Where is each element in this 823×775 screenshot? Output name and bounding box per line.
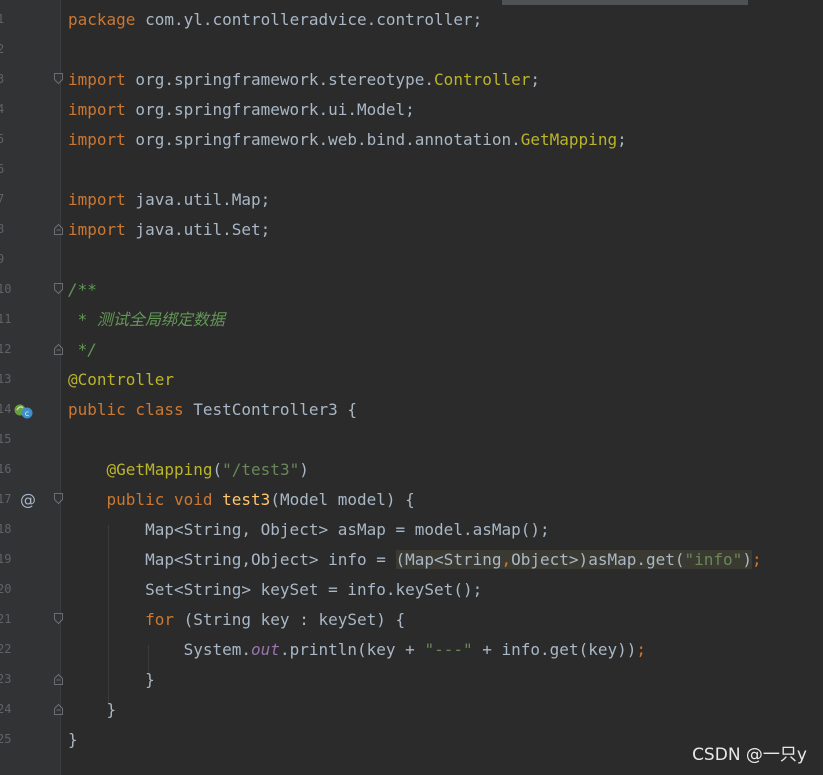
code-line[interactable]: 20 Set<String> keySet = info.keySet(); [0,575,823,605]
code-line[interactable]: 1 package com.yl.controlleradvice.control… [0,5,823,35]
code-line[interactable]: 21 for (String key : keySet) { [0,605,823,635]
code-text[interactable]: import org.springframework.stereotype.Co… [68,69,540,91]
fold-open-icon[interactable] [54,613,63,625]
code-text[interactable]: Map<String,Object> info = (Map<String,Ob… [68,549,762,571]
code-line[interactable]: 17 @ public void test3(Model model) { [0,485,823,515]
csdn-watermark: CSDN @一只y [692,745,807,765]
line-number: 23 [0,672,12,686]
line-number: 25 [0,732,12,746]
code-text[interactable]: } [68,669,155,691]
code-line[interactable]: 3 import org.springframework.stereotype.C… [0,65,823,95]
fold-open-icon[interactable] [54,73,63,85]
fold-close-icon[interactable] [54,673,63,685]
line-number: 9 [0,252,5,266]
code-line[interactable]: 19 Map<String,Object> info = (Map<String… [0,545,823,575]
line-number: 12 [0,342,12,356]
fold-close-icon[interactable] [54,343,63,355]
implementation-at-icon[interactable]: @ [20,490,36,509]
code-line[interactable]: 9 [0,245,823,275]
line-number: 6 [0,162,5,176]
code-line[interactable]: 14 c public class TestController3 { [0,395,823,425]
code-line[interactable]: 6 [0,155,823,185]
code-line[interactable]: 16 @GetMapping("/test3") [0,455,823,485]
fold-open-icon[interactable] [54,283,63,295]
code-line[interactable]: 2 [0,35,823,65]
line-number: 16 [0,462,12,476]
code-line[interactable]: 18 Map<String, Object> asMap = model.asM… [0,515,823,545]
code-text[interactable]: import org.springframework.web.bind.anno… [68,129,627,151]
line-number: 14 [0,402,12,416]
code-text[interactable]: import java.util.Map; [68,189,270,211]
line-number: 13 [0,372,12,386]
code-text[interactable]: } [68,699,117,721]
fold-close-icon[interactable] [54,223,63,235]
code-text[interactable]: @GetMapping("/test3") [68,459,309,481]
line-number: 5 [0,132,5,146]
code-text[interactable]: System.out.println(key + "---" + info.ge… [68,639,646,661]
code-line[interactable]: 15 [0,425,823,455]
code-text[interactable]: for (String key : keySet) { [68,609,405,631]
line-number: 17 [0,492,12,506]
fold-close-icon[interactable] [54,703,63,715]
svg-text:c: c [25,409,29,418]
code-text[interactable]: */ [68,339,97,361]
code-text[interactable]: @Controller [68,369,174,391]
code-line[interactable]: 23 } [0,665,823,695]
line-number: 18 [0,522,12,536]
code-text[interactable]: } [68,729,78,751]
code-text[interactable]: /** [68,279,97,301]
line-number: 20 [0,582,12,596]
code-line[interactable]: 22 System.out.println(key + "---" + info… [0,635,823,665]
code-text[interactable]: package com.yl.controlleradvice.controll… [68,9,482,31]
line-number: 22 [0,642,12,656]
code-line[interactable]: 5 import org.springframework.web.bind.ann… [0,125,823,155]
code-line[interactable]: 12 */ [0,335,823,365]
code-text[interactable]: public void test3(Model model) { [68,489,415,511]
spring-bean-class-icon[interactable]: c [14,402,34,420]
code-text[interactable]: Set<String> keySet = info.keySet(); [68,579,482,601]
line-number: 4 [0,102,5,116]
code-text[interactable]: * 测试全局绑定数据 [68,309,225,331]
code-text[interactable]: import org.springframework.ui.Model; [68,99,415,121]
code-text[interactable]: import java.util.Set; [68,219,270,241]
line-number: 3 [0,72,5,86]
line-number: 21 [0,612,12,626]
code-line[interactable]: 8 import java.util.Set; [0,215,823,245]
line-number: 7 [0,192,5,206]
line-number: 8 [0,222,5,236]
line-number: 10 [0,282,12,296]
line-number: 11 [0,312,12,326]
code-line[interactable]: 13 @Controller [0,365,823,395]
line-number: 15 [0,432,12,446]
code-text[interactable]: Map<String, Object> asMap = model.asMap(… [68,519,550,541]
code-line[interactable]: 7 import java.util.Map; [0,185,823,215]
line-number: 24 [0,702,12,716]
code-text[interactable]: public class TestController3 { [68,399,357,421]
code-line[interactable]: 4 import org.springframework.ui.Model; [0,95,823,125]
fold-open-icon[interactable] [54,493,63,505]
line-number: 1 [0,12,5,26]
line-number: 2 [0,42,5,56]
code-line[interactable]: 24 } [0,695,823,725]
code-line[interactable]: 10 /** [0,275,823,305]
line-number: 19 [0,552,12,566]
code-line[interactable]: 11 * 测试全局绑定数据 [0,305,823,335]
